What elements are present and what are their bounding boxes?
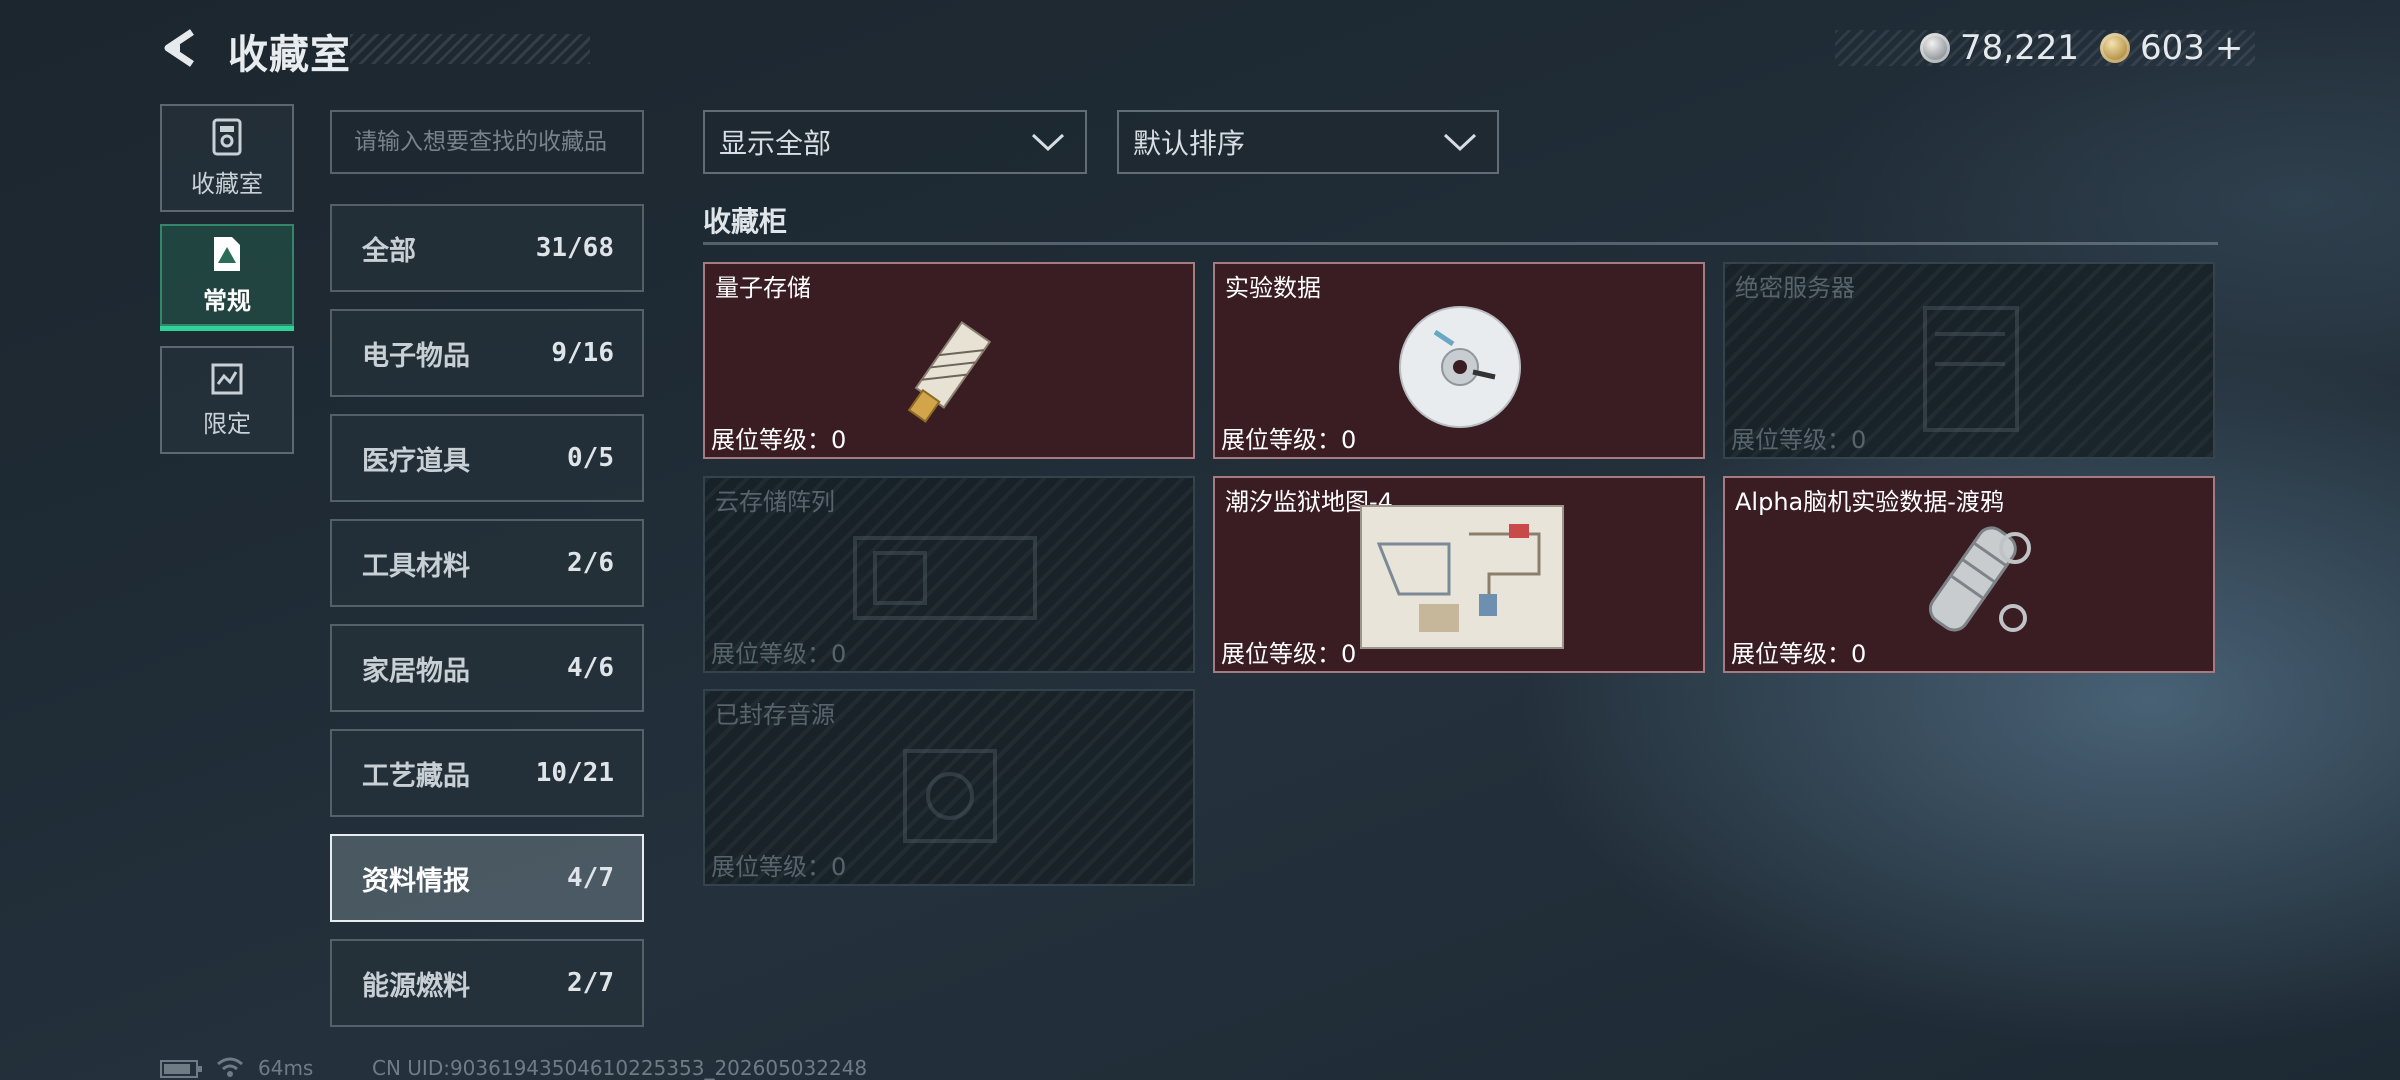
show-filter-value: 显示全部 bbox=[719, 127, 832, 160]
category-name: 工具材料 bbox=[362, 550, 470, 582]
card-level: 展位等级：0 bbox=[711, 426, 847, 454]
category-name: 医疗道具 bbox=[362, 445, 470, 477]
card-level: 展位等级：0 bbox=[1221, 640, 1357, 668]
card-level: 展位等级：0 bbox=[1221, 426, 1357, 454]
side-tab-regular[interactable]: 常规 bbox=[160, 224, 294, 326]
side-tab-label: 收藏室 bbox=[191, 169, 263, 198]
category-intel[interactable]: 资料情报 4/7 bbox=[330, 834, 644, 922]
audio-device-icon bbox=[903, 749, 997, 843]
ping-readout: 64ms bbox=[258, 1056, 314, 1080]
silver-currency-value: 78,221 bbox=[1960, 28, 2079, 68]
category-household[interactable]: 家居物品 4/6 bbox=[330, 624, 644, 712]
regular-icon bbox=[214, 236, 240, 271]
add-currency-icon[interactable]: + bbox=[2215, 28, 2244, 68]
card-level: 展位等级：0 bbox=[711, 853, 847, 881]
category-count: 4/6 bbox=[567, 653, 614, 683]
sort-value: 默认排序 bbox=[1133, 127, 1246, 160]
card-name: 实验数据 bbox=[1225, 274, 1321, 302]
wifi-icon bbox=[217, 1057, 243, 1077]
collection-card-top-secret-server[interactable]: 绝密服务器 展位等级：0 bbox=[1723, 262, 2215, 459]
usb-drive-icon bbox=[907, 320, 992, 423]
section-divider bbox=[703, 242, 2218, 245]
collection-card-cloud-storage-array[interactable]: 云存储阵列 展位等级：0 bbox=[703, 476, 1195, 673]
card-name: 云存储阵列 bbox=[715, 488, 835, 516]
category-electronics[interactable]: 电子物品 9/16 bbox=[330, 309, 644, 397]
silver-currency: 78,221 bbox=[1920, 28, 2079, 68]
uid-readout: CN UID:90361943504610225353_202605032248 bbox=[372, 1056, 868, 1080]
silver-coin-icon bbox=[1920, 33, 1950, 63]
chevron-down-icon bbox=[1031, 133, 1065, 152]
card-name: 已封存音源 bbox=[715, 701, 835, 729]
card-level: 展位等级：0 bbox=[1731, 640, 1867, 668]
category-name: 电子物品 bbox=[362, 340, 470, 372]
search-input[interactable] bbox=[330, 110, 644, 174]
gold-currency[interactable]: 603 + bbox=[2100, 28, 2243, 68]
gold-coin-icon bbox=[2100, 33, 2130, 63]
map-icon bbox=[1360, 505, 1564, 649]
back-arrow-icon bbox=[164, 29, 194, 67]
collection-card-sealed-audio[interactable]: 已封存音源 展位等级：0 bbox=[703, 689, 1195, 886]
side-tab-collection-room[interactable]: 收藏室 bbox=[160, 104, 294, 212]
category-tools[interactable]: 工具材料 2/6 bbox=[330, 519, 644, 607]
card-level: 展位等级：0 bbox=[711, 640, 847, 668]
collection-card-quantum-storage[interactable]: 量子存储 展位等级：0 bbox=[703, 262, 1195, 459]
category-name: 全部 bbox=[362, 235, 416, 267]
side-tab-limited[interactable]: 限定 bbox=[160, 346, 294, 454]
category-count: 10/21 bbox=[535, 758, 614, 788]
active-tab-indicator bbox=[160, 326, 294, 331]
side-tab-label: 常规 bbox=[203, 286, 251, 315]
title-decoration bbox=[350, 34, 590, 64]
category-medical[interactable]: 医疗道具 0/5 bbox=[330, 414, 644, 502]
card-name: 绝密服务器 bbox=[1735, 274, 1855, 302]
category-count: 0/5 bbox=[567, 443, 614, 473]
limited-icon bbox=[211, 363, 243, 394]
show-filter-dropdown[interactable]: 显示全部 bbox=[703, 110, 1087, 174]
chevron-down-icon bbox=[1443, 133, 1477, 152]
category-count: 4/7 bbox=[567, 863, 614, 893]
cd-disc-icon bbox=[1399, 306, 1521, 428]
collection-card-tidal-prison-map[interactable]: 潮汐监狱地图-4 展位等级：0 bbox=[1213, 476, 1705, 673]
category-count: 2/7 bbox=[567, 968, 614, 998]
server-icon bbox=[1923, 306, 2019, 432]
battery-icon bbox=[160, 1060, 202, 1078]
category-name: 资料情报 bbox=[362, 865, 470, 897]
category-name: 工艺藏品 bbox=[362, 760, 470, 792]
page-title: 收藏室 bbox=[228, 32, 351, 78]
data-canister-icon bbox=[1928, 526, 2031, 632]
card-level: 展位等级：0 bbox=[1731, 426, 1867, 454]
category-count: 2/6 bbox=[567, 548, 614, 578]
category-energy[interactable]: 能源燃料 2/7 bbox=[330, 939, 644, 1027]
category-name: 能源燃料 bbox=[362, 970, 470, 1002]
collection-room-icon bbox=[212, 118, 242, 155]
category-crafts[interactable]: 工艺藏品 10/21 bbox=[330, 729, 644, 817]
side-tab-label: 限定 bbox=[203, 409, 251, 438]
sort-dropdown[interactable]: 默认排序 bbox=[1117, 110, 1499, 174]
category-count: 9/16 bbox=[551, 338, 614, 368]
gold-currency-value: 603 bbox=[2140, 28, 2205, 68]
storage-array-icon bbox=[853, 536, 1037, 620]
back-button[interactable] bbox=[158, 26, 202, 70]
category-count: 31/68 bbox=[535, 233, 614, 263]
collection-card-experiment-data[interactable]: 实验数据 展位等级：0 bbox=[1213, 262, 1705, 459]
card-name: 量子存储 bbox=[715, 274, 811, 302]
category-all[interactable]: 全部 31/68 bbox=[330, 204, 644, 292]
section-title: 收藏柜 bbox=[703, 205, 788, 238]
collection-card-alpha-bci-data[interactable]: Alpha脑机实验数据-渡鸦 展位等级：0 bbox=[1723, 476, 2215, 673]
category-name: 家居物品 bbox=[362, 655, 470, 687]
